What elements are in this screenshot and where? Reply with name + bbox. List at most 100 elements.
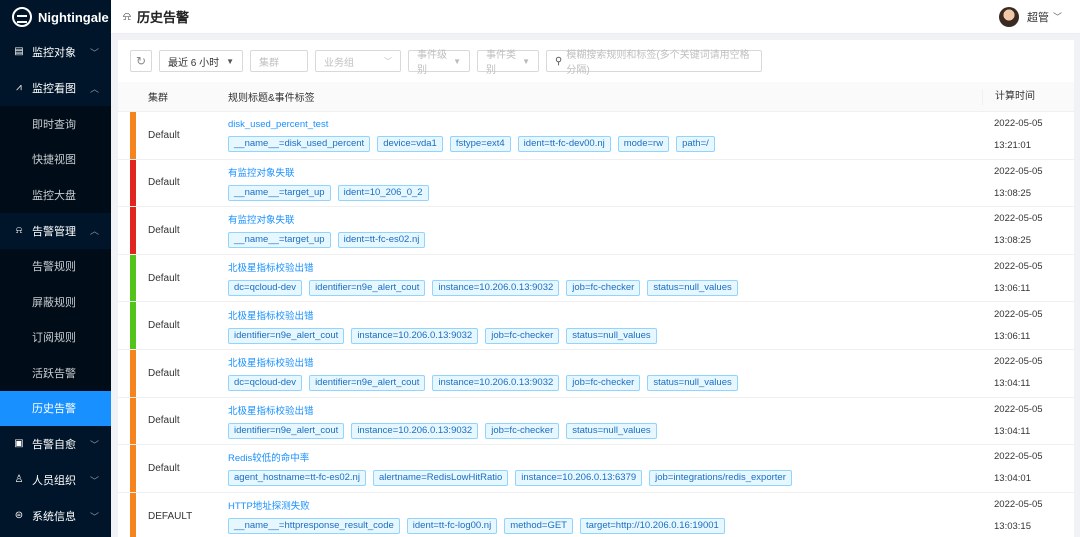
event-tag[interactable]: status=null_values xyxy=(647,280,738,297)
column-header-cluster[interactable]: 集群 xyxy=(118,89,224,104)
event-tag[interactable]: __name__=target_up xyxy=(228,232,331,249)
event-tag[interactable]: instance=10.206.0.13:9032 xyxy=(432,375,560,392)
table-row[interactable]: Default 北极星指标校验出错 dc=qcloud-dev identifier=… xyxy=(118,254,1074,303)
event-tag[interactable]: instance=10.206.0.13:9032 xyxy=(432,280,560,297)
sidebar-item[interactable]: 活跃告警 xyxy=(0,355,111,391)
event-tag[interactable]: ident=10_206_0_2 xyxy=(337,184,429,201)
app-logo[interactable]: Nightingale xyxy=(0,0,111,34)
event-tag[interactable]: target=http://10.206.0.16:19001 xyxy=(579,518,725,535)
event-tag[interactable]: job=integrations/redis_exporter xyxy=(649,470,792,487)
business-group-select[interactable]: 业务组 ﹀ xyxy=(315,50,401,72)
table-row[interactable]: Default 有监控对象失联 __name__=target_up ident=10… xyxy=(118,159,1074,208)
event-tag[interactable]: ident=tt-fc-es02.nj xyxy=(337,232,426,249)
event-tag[interactable]: __name__=httpresponse_result_code xyxy=(228,518,400,535)
event-tags: __name__=disk_used_percent device=vda1 fst… xyxy=(228,135,982,152)
column-header-time[interactable]: 计算时间 xyxy=(982,88,1074,105)
sidebar-item[interactable]: ▣ 告警自愈 ﹀ xyxy=(0,426,111,462)
event-tag[interactable]: status=null_values xyxy=(566,327,657,344)
event-tag[interactable]: instance=10.206.0.13:9032 xyxy=(351,327,479,344)
event-tag[interactable]: instance=10.206.0.13:6379 xyxy=(515,470,643,487)
table-row[interactable]: DEFAULT HTTP地址探测失败 __name__=httpresponse_r… xyxy=(118,492,1074,537)
event-time: 13:06:11 xyxy=(994,330,1031,342)
table-row[interactable]: Default Redis较低的命中率 agent_hostname=tt-fc-e… xyxy=(118,445,1074,493)
event-time: 13:04:11 xyxy=(994,378,1031,390)
table-row[interactable]: Default 北极星指标校验出错 identifier=n9e_alert_cou… xyxy=(118,397,1074,446)
rule-cell: 北极星指标校验出错 identifier=n9e_alert_cout instan… xyxy=(224,308,982,344)
info-icon: ⊜ xyxy=(14,510,24,521)
event-tag[interactable]: device=vda1 xyxy=(377,135,443,152)
user-menu[interactable]: 超管 ﹀ xyxy=(998,6,1062,27)
sidebar: Nightingale ▤ 监控对象 ﹀ ⩘ 监控看图 ︿ 即时查询 快捷视图 监控大盘 ⍾ 告警管… xyxy=(0,0,111,537)
rule-cell: 北极星指标校验出错 dc=qcloud-dev identifier=n9e_ale… xyxy=(224,355,982,392)
table-row[interactable]: Default disk_used_percent_test __name__=di… xyxy=(118,112,1074,160)
event-type-select[interactable]: 事件类别 ▼ xyxy=(477,50,539,76)
table-row[interactable]: Default 有监控对象失联 __name__=target_up ident=tt… xyxy=(118,207,1074,255)
rule-cell: 北极星指标校验出错 identifier=n9e_alert_cout instan… xyxy=(224,403,982,439)
event-time: 13:08:25 xyxy=(994,187,1031,199)
event-tag[interactable]: status=null_values xyxy=(647,375,738,392)
refresh-button[interactable]: ↻ xyxy=(130,50,152,72)
sidebar-item[interactable]: 即时查询 xyxy=(0,106,111,142)
event-tag[interactable]: job=fc-checker xyxy=(485,422,560,439)
event-tag[interactable]: fstype=ext4 xyxy=(449,135,511,152)
event-tag[interactable]: mode=rw xyxy=(617,135,670,152)
event-tag[interactable]: identifier=n9e_alert_cout xyxy=(228,422,345,439)
event-tag[interactable]: ident=tt-fc-log00.nj xyxy=(406,518,498,535)
search-input[interactable]: ⚲ 模糊搜索规则和标签(多个关键词请用空格分隔) xyxy=(546,50,762,76)
event-tag[interactable]: status=null_values xyxy=(566,422,657,439)
event-time: 13:06:11 xyxy=(994,283,1031,295)
event-tag[interactable]: instance=10.206.0.13:9032 xyxy=(351,422,479,439)
time-range-select[interactable]: 最近 6 小时 ▼ xyxy=(159,50,243,72)
event-tag[interactable]: job=fc-checker xyxy=(566,280,641,297)
rule-title-link[interactable]: disk_used_percent_test xyxy=(228,119,982,130)
column-header-rule[interactable]: 规则标题&事件标签 xyxy=(224,89,982,104)
rule-title-link[interactable]: HTTP地址探测失败 xyxy=(228,498,982,512)
time-cell: 2022-05-05 13:03:15 xyxy=(982,494,1074,537)
sidebar-item[interactable]: 快捷视图 xyxy=(0,141,111,177)
rule-title-link[interactable]: 北极星指标校验出错 xyxy=(228,403,982,417)
sidebar-item[interactable]: ♙ 人员组织 ﹀ xyxy=(0,462,111,498)
chevron-up-icon: ︿ xyxy=(89,83,99,94)
monitor-object-icon: ▤ xyxy=(14,46,24,57)
rule-title-link[interactable]: 有监控对象失联 xyxy=(228,212,982,226)
event-time: 13:03:15 xyxy=(994,521,1031,533)
sidebar-item-label: 屏蔽规则 xyxy=(32,296,76,309)
event-tag[interactable]: path=/ xyxy=(676,135,715,152)
event-tag[interactable]: identifier=n9e_alert_cout xyxy=(309,280,426,297)
event-tag[interactable]: __name__=disk_used_percent xyxy=(228,135,371,152)
sidebar-item[interactable]: ⩘ 监控看图 ︿ xyxy=(0,70,111,106)
sidebar-item[interactable]: 监控大盘 xyxy=(0,177,111,213)
event-tag[interactable]: dc=qcloud-dev xyxy=(228,375,303,392)
table-row[interactable]: Default 北极星指标校验出错 dc=qcloud-dev identifier=… xyxy=(118,349,1074,398)
sidebar-item[interactable]: ⍾ 告警管理 ︿ xyxy=(0,213,111,249)
rule-title-link[interactable]: 北极星指标校验出错 xyxy=(228,260,982,274)
sidebar-item[interactable]: 屏蔽规则 xyxy=(0,284,111,320)
cluster-select[interactable]: 集群 xyxy=(250,50,308,72)
event-tag[interactable]: identifier=n9e_alert_cout xyxy=(309,375,426,392)
rule-title-link[interactable]: 北极星指标校验出错 xyxy=(228,308,982,322)
event-tag[interactable]: dc=qcloud-dev xyxy=(228,280,303,297)
rule-title-link[interactable]: 北极星指标校验出错 xyxy=(228,355,982,369)
rule-title-link[interactable]: Redis较低的命中率 xyxy=(228,450,982,464)
event-tag[interactable]: ident=tt-fc-dev00.nj xyxy=(517,135,611,152)
event-tag[interactable]: method=GET xyxy=(504,518,573,535)
sidebar-item[interactable]: ⊜ 系统信息 ﹀ xyxy=(0,498,111,534)
event-level-select[interactable]: 事件级别 ▼ xyxy=(408,50,470,76)
sidebar-item[interactable]: 历史告警 xyxy=(0,390,111,426)
event-tag[interactable]: identifier=n9e_alert_cout xyxy=(228,327,345,344)
alarm-icon: ⍾ xyxy=(123,9,131,23)
severity-indicator xyxy=(130,397,136,445)
sidebar-item[interactable]: ▤ 监控对象 ﹀ xyxy=(0,34,111,70)
search-placeholder: 模糊搜索规则和标签(多个关键词请用空格分隔) xyxy=(566,50,750,76)
event-date: 2022-05-05 xyxy=(994,451,1043,463)
table-row[interactable]: Default 北极星指标校验出错 identifier=n9e_alert_cou… xyxy=(118,302,1074,350)
sidebar-item[interactable]: 告警规则 xyxy=(0,248,111,284)
rule-title-link[interactable]: 有监控对象失联 xyxy=(228,165,982,179)
event-tag[interactable]: job=fc-checker xyxy=(566,375,641,392)
event-tag[interactable]: job=fc-checker xyxy=(485,327,560,344)
event-tag[interactable]: agent_hostname=tt-fc-es02.nj xyxy=(228,470,366,487)
event-tag[interactable]: alertname=RedisLowHitRatio xyxy=(372,470,509,487)
event-tag[interactable]: __name__=target_up xyxy=(228,184,331,201)
sidebar-item[interactable]: 订阅规则 xyxy=(0,319,111,355)
avatar[interactable] xyxy=(998,6,1019,27)
